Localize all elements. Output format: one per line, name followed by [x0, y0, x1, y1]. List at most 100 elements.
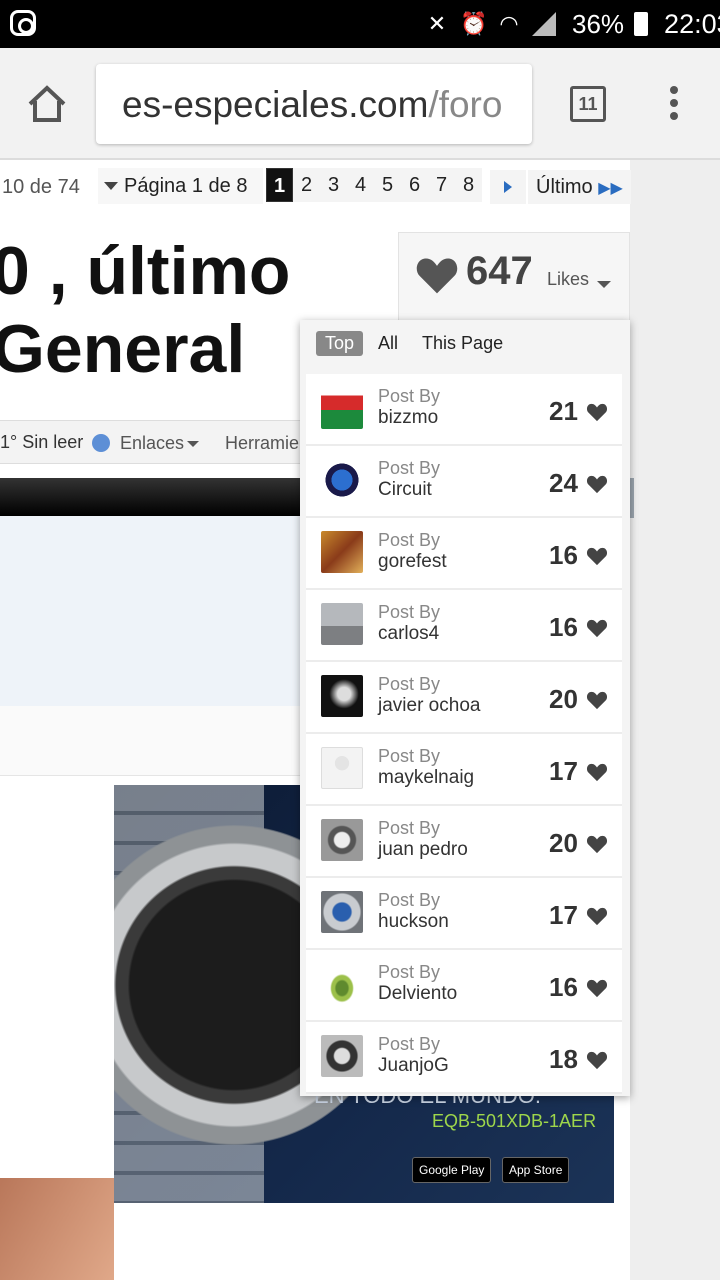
page-link-6[interactable]: 6 [401, 168, 428, 202]
page-link-5[interactable]: 5 [374, 168, 401, 202]
like-score: 16 [549, 540, 578, 570]
page-label: Página 1 de 8 [124, 174, 248, 197]
overflow-menu-icon[interactable] [664, 86, 684, 126]
last-page-button[interactable]: Último ▶▶ [528, 170, 631, 204]
page-link-7[interactable]: 7 [428, 168, 455, 202]
heart-icon [586, 403, 608, 422]
page-link-4[interactable]: 4 [347, 168, 374, 202]
url-domain: es-especiales.com [122, 84, 429, 125]
page-link-8[interactable]: 8 [455, 168, 482, 202]
tab-all[interactable]: All [369, 331, 407, 356]
home-icon[interactable] [26, 84, 68, 124]
likes-entry[interactable]: Post By Circuit 24 [306, 446, 622, 518]
thread-title-line1: 0 , último [0, 233, 291, 309]
like-score: 16 [549, 612, 578, 642]
heart-icon [586, 907, 608, 926]
post-by-label: Post By [378, 818, 441, 838]
page-numbers: 1 2 3 4 5 6 7 8 [266, 168, 482, 202]
tab-switcher-button[interactable]: 11 [570, 86, 606, 122]
dropdown-arrow-icon [104, 182, 118, 190]
like-score: 17 [549, 900, 578, 930]
heart-icon [586, 691, 608, 710]
likes-entry[interactable]: Post By juan pedro 20 [306, 806, 622, 878]
clock: 22:03 [664, 8, 720, 39]
url-text: es-especiales.com/foro [122, 84, 502, 126]
signal-icon [532, 12, 556, 36]
address-bar[interactable]: es-especiales.com/foro [96, 64, 532, 144]
avatar [321, 747, 363, 789]
likes-button[interactable]: 647 Likes [398, 232, 630, 322]
username[interactable]: Delviento [378, 983, 457, 1005]
username[interactable]: bizzmo [378, 407, 438, 429]
avatar [321, 675, 363, 717]
likes-entry[interactable]: Post By huckson 17 [306, 878, 622, 950]
post-by-label: Post By [378, 458, 441, 478]
likes-label: Likes [547, 269, 590, 289]
likes-tabs: Top All This Page [316, 330, 518, 356]
pagination: 10 de 74 Página 1 de 8 1 2 3 4 5 6 7 8 Ú… [0, 166, 720, 206]
like-score: 16 [549, 972, 578, 1002]
battery-icon [634, 12, 649, 36]
wifi-icon: ◠ [499, 11, 519, 36]
likes-entry[interactable]: Post By JuanjoG 18 [306, 1022, 622, 1094]
username[interactable]: Circuit [378, 479, 432, 501]
post-by-label: Post By [378, 962, 441, 982]
thread-title-line2: General [0, 311, 246, 387]
post-by-label: Post By [378, 1034, 441, 1054]
avatar [321, 603, 363, 645]
likes-entry[interactable]: Post By carlos4 16 [306, 590, 622, 662]
avatar [321, 963, 363, 1005]
username[interactable]: javier ochoa [378, 695, 480, 717]
instagram-icon [10, 10, 36, 36]
like-score: 24 [549, 468, 578, 498]
tab-this-page[interactable]: This Page [413, 331, 512, 356]
google-play-badge[interactable]: Google Play [412, 1157, 492, 1183]
likes-popup: Top All This Page Post By bizzmo 21 Post… [300, 320, 630, 1096]
page-link-1[interactable]: 1 [266, 168, 293, 202]
likes-entry[interactable]: Post By maykelnaig 17 [306, 734, 622, 806]
battery-percent: 36% [572, 8, 625, 39]
likes-entry[interactable]: Post By javier ochoa 20 [306, 662, 622, 734]
username[interactable]: juan pedro [378, 839, 468, 861]
heart-icon [586, 763, 608, 782]
globe-icon [92, 434, 111, 453]
likes-entry[interactable]: Post By gorefest 16 [306, 518, 622, 590]
likes-entry[interactable]: Post By Delviento 16 [306, 950, 622, 1022]
username[interactable]: gorefest [378, 551, 447, 573]
photo-fragment [0, 1178, 114, 1280]
tab-top[interactable]: Top [316, 330, 364, 356]
username[interactable]: huckson [378, 911, 449, 933]
next-page-button[interactable] [490, 170, 526, 204]
heart-icon [586, 979, 608, 998]
page-jump-dropdown[interactable]: Página 1 de 8 [98, 168, 264, 204]
unread-label: 1° Sin leer [0, 432, 84, 452]
heart-icon [416, 258, 458, 294]
heart-icon [586, 835, 608, 854]
like-score: 21 [549, 396, 578, 426]
page-link-3[interactable]: 3 [320, 168, 347, 202]
avatar [321, 1035, 363, 1077]
links-label: Enlaces [120, 433, 185, 453]
alarm-icon: ⏰ [460, 11, 488, 36]
username[interactable]: maykelnaig [378, 767, 474, 789]
username[interactable]: carlos4 [378, 623, 439, 645]
username[interactable]: JuanjoG [378, 1055, 449, 1077]
tools-menu[interactable]: Herramientas [225, 433, 310, 454]
post-by-label: Post By [378, 674, 441, 694]
status-bar: ✕ ⏰ ◠ 36% 22:03 [0, 0, 720, 48]
likes-entry[interactable]: Post By bizzmo 21 [306, 374, 622, 446]
caret-icon [187, 441, 200, 448]
post-count: 10 de 74 [2, 176, 80, 198]
app-store-badge[interactable]: App Store [502, 1157, 570, 1183]
post-by-label: Post By [378, 530, 441, 550]
caret-down-icon [597, 281, 611, 288]
forum-nav: 1° Sin leer Enlaces Herramientas [0, 420, 310, 464]
post-by-label: Post By [378, 746, 441, 766]
links-menu[interactable]: Enlaces [120, 433, 200, 454]
mute-icon: ✕ [427, 11, 447, 36]
page-link-2[interactable]: 2 [293, 168, 320, 202]
heart-icon [586, 619, 608, 638]
like-score: 20 [549, 828, 578, 858]
unread-link[interactable]: 1° Sin leer [0, 432, 111, 453]
avatar [321, 819, 363, 861]
